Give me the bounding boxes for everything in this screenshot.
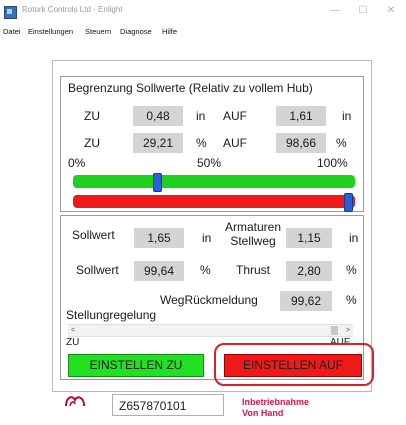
zu-in-label: ZU — [84, 109, 100, 123]
scroll-thumb[interactable] — [330, 326, 338, 335]
sollwert-in-unit: in — [202, 231, 212, 245]
menu-einstellungen[interactable]: Einstellungen — [28, 27, 73, 36]
einstellen-zu-button[interactable]: EINSTELLEN ZU — [68, 354, 204, 377]
sollwert-in-value[interactable]: 1,65 — [134, 228, 184, 248]
auf-limit-slider[interactable] — [73, 195, 355, 208]
thrust-label: Thrust — [236, 263, 271, 277]
armaturen-stellweg-label-line2: Stellweg — [230, 234, 276, 248]
auf-in-value[interactable]: 1,61 — [276, 106, 326, 126]
armaturen-stellweg-label: Armaturen Stellweg — [222, 220, 284, 248]
sollwert-pct-unit: % — [200, 263, 211, 277]
zu-slider-thumb[interactable] — [153, 173, 163, 192]
auf-pct-label: AUF — [223, 136, 247, 150]
wegrueckmeldung-unit: % — [346, 293, 357, 307]
auf-in-unit: in — [342, 109, 352, 123]
stellungregelung-label: Stellungregelung — [66, 308, 157, 322]
auf-pct-unit: % — [336, 136, 347, 150]
device-id-field: Z657870101 — [112, 394, 224, 416]
zu-limit-slider[interactable] — [73, 175, 355, 188]
menu-bar: Datei Einstellungen Steuern Diagnose Hil… — [0, 24, 406, 40]
stellweg-in-value[interactable]: 1,15 — [286, 228, 332, 248]
menu-hilfe[interactable]: Hilfe — [162, 27, 177, 36]
auf-pct-value[interactable]: 98,66 — [276, 133, 326, 153]
stellweg-in-unit: in — [349, 231, 359, 245]
rotork-logo-icon — [65, 396, 85, 407]
sollwert-pct-label: Sollwert — [76, 263, 119, 277]
thrust-unit: % — [346, 263, 357, 277]
auf-in-label: AUF — [223, 109, 247, 123]
scale-50: 50% — [197, 156, 222, 170]
menu-diagnose[interactable]: Diagnose — [120, 27, 152, 36]
armaturen-stellweg-label-line1: Armaturen — [224, 220, 282, 234]
scale-100: 100% — [317, 156, 348, 170]
status-line-1: Inbetriebnahme — [242, 397, 310, 407]
zu-pct-unit: % — [196, 136, 207, 150]
wegrueckmeldung-value[interactable]: 99,62 — [280, 291, 332, 311]
zu-in-value[interactable]: 0,48 — [133, 106, 183, 126]
window-title: Rotork Controls Ltd - Enlight — [22, 5, 123, 14]
stellungregelung-scrollbar[interactable]: < > — [68, 324, 353, 337]
scroll-zu-label: ZU — [66, 337, 80, 348]
status-text: Inbetriebnahme Von Hand — [242, 397, 309, 419]
wegrueckmeldung-label: WegRückmeldung — [160, 293, 258, 307]
highlight-ring — [214, 343, 374, 386]
status-line-2: Von Hand — [242, 408, 284, 418]
thrust-value[interactable]: 2,80 — [286, 261, 332, 281]
app-icon — [4, 6, 17, 19]
menu-datei[interactable]: Datei — [3, 27, 21, 36]
close-button[interactable]: ✕ — [378, 2, 404, 20]
maximize-button[interactable]: ☐ — [350, 2, 376, 20]
scale-0: 0% — [68, 156, 86, 170]
title-bar: Rotork Controls Ltd - Enlight — ☐ ✕ — [0, 0, 406, 24]
auf-slider-thumb[interactable] — [344, 193, 354, 212]
minimize-button[interactable]: — — [322, 2, 348, 20]
limits-heading: Begrenzung Sollwerte (Relativ zu vollem … — [68, 81, 313, 95]
scroll-right-arrow[interactable]: > — [343, 325, 353, 336]
sollwert-in-label: Sollwert — [72, 228, 115, 242]
zu-in-unit: in — [196, 109, 206, 123]
scroll-left-arrow[interactable]: < — [68, 325, 78, 336]
zu-pct-value[interactable]: 29,21 — [133, 133, 183, 153]
zu-pct-label: ZU — [84, 136, 100, 150]
sollwert-pct-value[interactable]: 99,64 — [134, 261, 184, 281]
menu-steuern[interactable]: Steuern — [85, 27, 111, 36]
